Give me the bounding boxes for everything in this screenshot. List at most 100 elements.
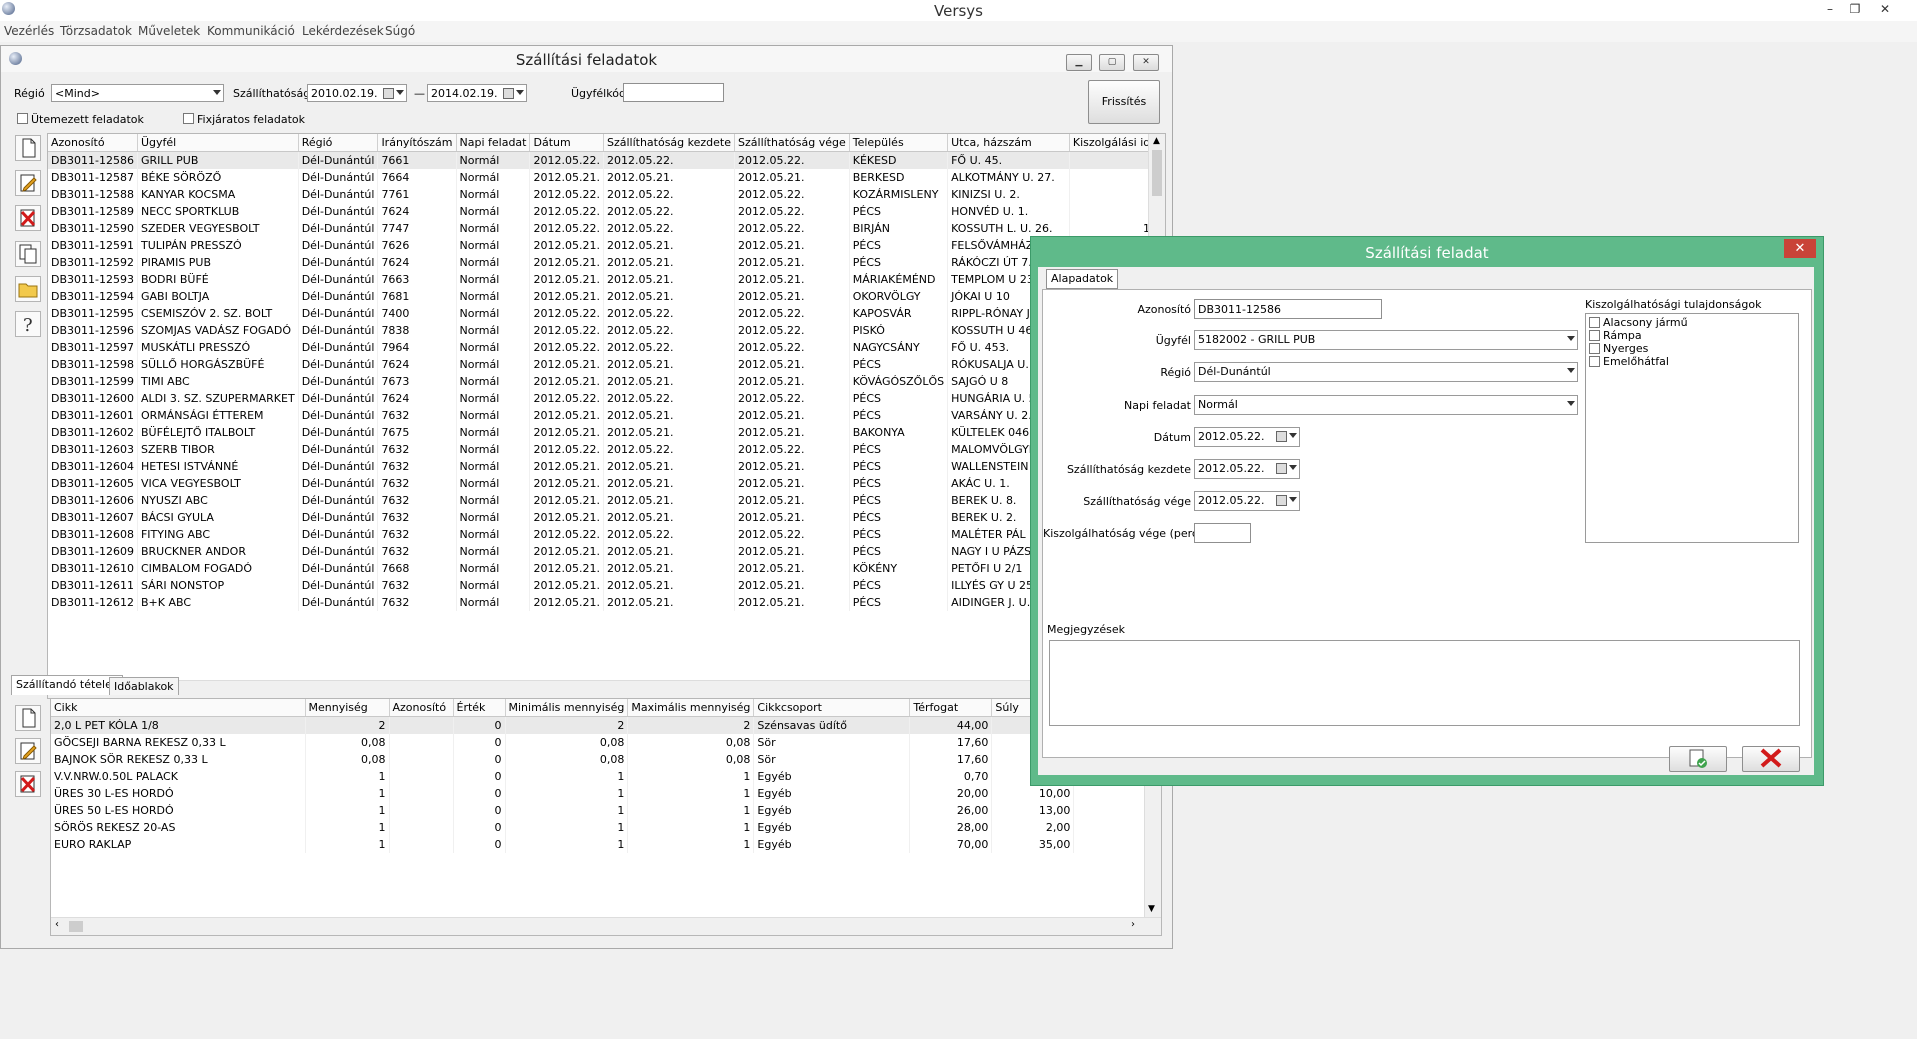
column-header[interactable]: Azonosító <box>389 699 454 717</box>
end-date-picker[interactable]: 2012.05.22. <box>1194 491 1300 511</box>
task-row[interactable]: DB3011-12586 GRILL PUB Dél-Dunántúl 7661 Nor… <box>48 151 1165 169</box>
property-tail-lift-checkbox[interactable] <box>1589 356 1600 367</box>
help-button[interactable]: ? <box>15 311 41 337</box>
column-header[interactable]: Napi feladat <box>456 134 531 152</box>
id-input[interactable]: DB3011-12586 <box>1194 299 1382 319</box>
refresh-button[interactable]: Frissítés <box>1088 80 1160 124</box>
task-row[interactable]: DB3011-12597 MUSKÁTLI PRESSZÓ Dél-Dunántúl… <box>48 339 1165 356</box>
item-row[interactable]: EURO RAKLAP 1 0 1 1 Egyéb 70,00 35,00 <box>51 836 1075 853</box>
column-header[interactable]: Dátum <box>529 134 604 152</box>
date-to-picker[interactable]: 2014.02.19. <box>427 84 527 102</box>
column-header[interactable]: Azonosító <box>48 134 138 152</box>
task-row[interactable]: DB3011-12593 BODRI BÜFÉ Dél-Dunántúl 7663 No… <box>48 271 1165 288</box>
customer-select[interactable]: 5182002 - GRILL PUB <box>1194 330 1578 350</box>
item-row[interactable]: 2,0 L PET KÓLA 1/8 2 0 2 2 Szénsavas üdítő 44,… <box>51 716 1075 734</box>
window-minimize-button[interactable]: ▁ <box>1066 54 1092 71</box>
column-header[interactable]: Mennyiség <box>305 699 390 717</box>
column-header[interactable]: Cikk <box>51 699 306 717</box>
service-end-input[interactable] <box>1194 523 1251 543</box>
column-header[interactable]: Irányítószám <box>377 134 457 152</box>
task-row[interactable]: DB3011-12596 SZOMJAS VADÁSZ FOGADÓ Dél-Dun… <box>48 322 1165 339</box>
save-button[interactable] <box>1669 746 1727 772</box>
start-date-picker[interactable]: 2012.05.22. <box>1194 459 1300 479</box>
property-ramp-checkbox[interactable] <box>1589 330 1600 341</box>
tasks-horizontal-scrollbar[interactable]: ‹ <box>48 680 1165 698</box>
window-maximize-button[interactable]: ▢ <box>1099 54 1125 71</box>
task-row[interactable]: DB3011-12611 SÁRI NONSTOP Dél-Dunántúl 7632… <box>48 577 1165 594</box>
window-close-button[interactable]: ✕ <box>1133 54 1159 71</box>
task-row[interactable]: DB3011-12589 NECC SPORTKLUB Dél-Dunántúl 76… <box>48 203 1165 220</box>
date-picker[interactable]: 2012.05.22. <box>1194 427 1300 447</box>
item-row[interactable]: GÖCSEJI BARNA REKESZ 0,33 L 0,08 0 0,08 0,08… <box>51 734 1075 751</box>
new-item-button[interactable] <box>15 705 41 731</box>
task-row[interactable]: DB3011-12606 NYUSZI ABC Dél-Dunántúl 7632 No… <box>48 492 1165 509</box>
task-row[interactable]: DB3011-12590 SZEDER VEGYESBOLT Dél-Dunántú… <box>48 220 1165 237</box>
column-header[interactable]: Szállíthatóság vége <box>734 134 850 152</box>
column-header[interactable]: Érték <box>453 699 506 717</box>
region-filter-select[interactable]: <Mind> <box>51 84 224 102</box>
column-header[interactable]: Utca, házszám <box>947 134 1070 152</box>
column-header[interactable]: Ügyfél <box>137 134 299 152</box>
task-row[interactable]: DB3011-12607 BÁCSI GYULA Dél-Dunántúl 7632 N… <box>48 509 1165 526</box>
task-row[interactable]: DB3011-12598 SÜLLŐ HORGÁSZBÜFÉ Dél-Dunántú… <box>48 356 1165 373</box>
minimize-icon[interactable]: – <box>1820 1 1840 17</box>
item-row[interactable]: ÜRES 50 L-ES HORDÓ 1 0 1 1 Egyéb 26,00 13,00 <box>51 802 1075 819</box>
menu-muveletek[interactable]: Műveletek <box>138 24 200 38</box>
task-row[interactable]: DB3011-12609 BRUCKNER ANDOR Dél-Dunántúl 76… <box>48 543 1165 560</box>
task-row[interactable]: DB3011-12591 TULIPÁN PRESSZÓ Dél-Dunántúl 7… <box>48 237 1165 254</box>
task-row[interactable]: DB3011-12612 B+K ABC Dél-Dunántúl 7632 Normá… <box>48 594 1165 611</box>
column-header[interactable]: Régió <box>298 134 379 152</box>
task-row[interactable]: DB3011-12587 BÉKE SÖRÖZŐ Dél-Dunántúl 7664 N… <box>48 169 1165 186</box>
dialog-close-button[interactable]: ✕ <box>1784 239 1816 258</box>
item-row[interactable]: V.V.NRW.0.50L PALACK1011Egyéb0,700,35 <box>51 768 1075 785</box>
menu-sugo[interactable]: Súgó <box>385 24 415 38</box>
column-header[interactable]: Cikkcsoport <box>753 699 911 717</box>
task-row[interactable]: DB3011-12592 PIRAMIS PUB Dél-Dunántúl 7624 N… <box>48 254 1165 271</box>
notes-textarea[interactable] <box>1049 640 1800 726</box>
customer-code-input[interactable] <box>623 83 724 102</box>
task-row[interactable]: DB3011-12600 ALDI 3. SZ. SZUPERMARKET Dél-… <box>48 390 1165 407</box>
task-row[interactable]: DB3011-12603 SZERB TIBOR Dél-Dunántúl 7632 N… <box>48 441 1165 458</box>
task-row[interactable]: DB3011-12588 KANYAR KOCSMA Dél-Dunántúl 776… <box>48 186 1165 203</box>
scheduled-checkbox[interactable] <box>17 113 28 124</box>
column-header[interactable]: Térfogat <box>909 699 993 717</box>
daily-task-select[interactable]: Normál <box>1194 395 1578 415</box>
menu-kommunikacio[interactable]: Kommunikáció <box>207 24 295 38</box>
property-low-vehicle-checkbox[interactable] <box>1589 317 1600 328</box>
task-row[interactable]: DB3011-12594 GABI BOLTJA Dél-Dunántúl 7681 N… <box>48 288 1165 305</box>
column-header[interactable]: Kiszolgálási idő <box>1069 134 1162 152</box>
task-row[interactable]: DB3011-12604 HETESI ISTVÁNNÉ Dél-Dunántúl 7… <box>48 458 1165 475</box>
property-semitrailer-checkbox[interactable] <box>1589 343 1600 354</box>
task-row[interactable]: DB3011-12608 FITYING ABC Dél-Dunántúl 7632 N… <box>48 526 1165 543</box>
task-row[interactable]: DB3011-12602 BÜFÉLEJTŐ ITALBOLT Dél-Dunánt… <box>48 424 1165 441</box>
edit-task-button[interactable] <box>15 170 41 196</box>
restore-icon[interactable]: ❐ <box>1845 1 1865 17</box>
copy-task-button[interactable] <box>15 241 41 267</box>
task-row[interactable]: DB3011-12599 TIMI ABC Dél-Dunántúl 7673 Norm… <box>48 373 1165 390</box>
task-row[interactable]: DB3011-12595 CSEMISZÓV 2. SZ. BOLT Dél-Dun… <box>48 305 1165 322</box>
edit-item-button[interactable] <box>15 738 41 764</box>
items-horizontal-scrollbar[interactable]: ‹ › <box>51 917 1161 935</box>
date-from-picker[interactable]: 2010.02.19. <box>307 84 407 102</box>
column-header[interactable]: Település <box>849 134 949 152</box>
delete-task-button[interactable] <box>15 205 41 231</box>
items-vertical-scrollbar[interactable]: ▼ <box>1144 779 1161 917</box>
task-row[interactable]: DB3011-12605 VICA VEGYESBOLT Dél-Dunántúl 7… <box>48 475 1165 492</box>
fixed-route-checkbox[interactable] <box>183 113 194 124</box>
column-header[interactable]: Minimális mennyiség <box>505 699 629 717</box>
new-task-button[interactable] <box>15 135 41 161</box>
region-select[interactable]: Dél-Dunántúl <box>1194 362 1578 382</box>
menu-lekerdezesek[interactable]: Lekérdezések <box>302 24 384 38</box>
cancel-button[interactable] <box>1742 746 1800 772</box>
tab-items[interactable]: Szállítandó tételek <box>11 675 124 695</box>
tab-basic-data[interactable]: Alapadatok <box>1046 269 1119 289</box>
item-row[interactable]: ÜRES 30 L-ES HORDÓ 1 0 1 1 Egyéb 20,00 10,00 <box>51 785 1075 802</box>
menu-torzsadatok[interactable]: Törzsadatok <box>60 24 132 38</box>
item-row[interactable]: SÖRÖS REKESZ 20-AS 1 0 1 1 Egyéb 28,00 2,00 <box>51 819 1075 836</box>
close-icon[interactable]: ✕ <box>1875 1 1895 17</box>
open-folder-button[interactable] <box>15 276 41 302</box>
task-row[interactable]: DB3011-12601 ORMÁNSÁGI ÉTTEREM Dél-Dunántú… <box>48 407 1165 424</box>
column-header[interactable]: Maximális mennyiség <box>627 699 755 717</box>
task-row[interactable]: DB3011-12610 CIMBALOM FOGADÓ Dél-Dunántúl 7… <box>48 560 1165 577</box>
column-header[interactable]: Szállíthatóság kezdete <box>603 134 736 152</box>
